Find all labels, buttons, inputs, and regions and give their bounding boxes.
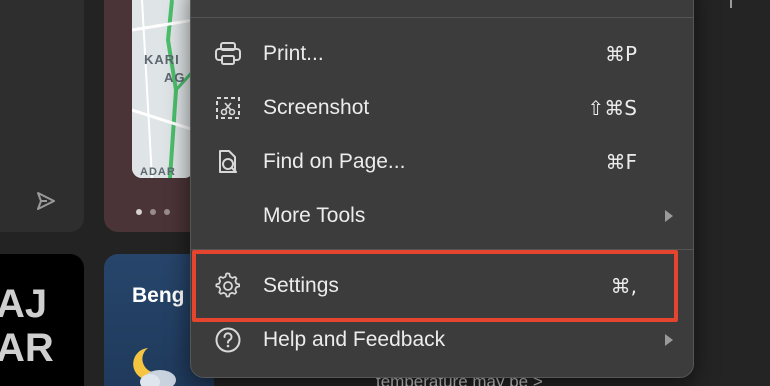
print-icon <box>213 40 243 68</box>
news-card-text: AR <box>0 326 54 370</box>
gear-icon <box>213 272 243 300</box>
submenu-arrow-icon <box>665 210 673 222</box>
map-roads <box>132 0 194 178</box>
right-panel <box>694 0 770 386</box>
map-label: ADAR <box>140 166 176 178</box>
scroll-indicator <box>730 0 732 8</box>
menu-item-label: Print... <box>263 42 324 65</box>
carousel-dot[interactable] <box>164 209 170 215</box>
map-thumbnail: KARI AG ADAR <box>132 0 194 178</box>
map-label: AG <box>164 70 186 85</box>
moon-cloud-icon <box>133 348 176 386</box>
menu-item-find-on-page[interactable]: Find on Page... ⌘F <box>191 135 693 189</box>
send-icon[interactable] <box>34 190 58 212</box>
menu-item-print[interactable]: Print... ⌘P <box>191 27 693 81</box>
carousel-dots[interactable] <box>136 202 178 220</box>
submenu-arrow-icon <box>665 334 673 346</box>
news-card-dark[interactable]: AJ AR <box>0 254 84 386</box>
menu-item-label: Screenshot <box>263 96 370 119</box>
menu-item-shortcut: ⇧⌘S <box>587 96 637 120</box>
menu-item-label: Help and Feedback <box>263 328 446 351</box>
menu-item-settings[interactable]: Settings ⌘, <box>191 259 693 313</box>
weather-title: Beng <box>132 284 185 307</box>
carousel-dot[interactable] <box>150 209 156 215</box>
menu-item-label: Find on Page... <box>263 150 406 173</box>
help-icon <box>213 326 243 354</box>
screenshot-icon <box>213 94 243 122</box>
menu-item-shortcut: ⌘F <box>605 150 637 174</box>
menu-item-shortcut: ⌘, <box>610 274 637 298</box>
carousel-dot[interactable] <box>136 209 142 215</box>
menu-item-label: Settings <box>263 274 339 297</box>
map-label: KARI <box>144 52 180 67</box>
find-on-page-icon <box>213 148 243 176</box>
browser-menu: Print... ⌘P Screenshot ⇧⌘S Find on Page.… <box>190 0 694 378</box>
feed-card-left[interactable] <box>0 0 84 232</box>
menu-item-help-and-feedback[interactable]: Help and Feedback <box>191 313 693 367</box>
menu-separator <box>191 249 693 250</box>
menu-item-label: More Tools <box>263 204 366 227</box>
menu-item-screenshot[interactable]: Screenshot ⇧⌘S <box>191 81 693 135</box>
menu-item-shortcut: ⌘P <box>604 42 637 66</box>
menu-separator <box>191 17 693 18</box>
menu-item-more-tools[interactable]: More Tools <box>191 189 693 243</box>
traffic-map-card[interactable]: KARI AG ADAR <box>104 0 204 232</box>
news-card-text: AJ <box>0 282 48 326</box>
